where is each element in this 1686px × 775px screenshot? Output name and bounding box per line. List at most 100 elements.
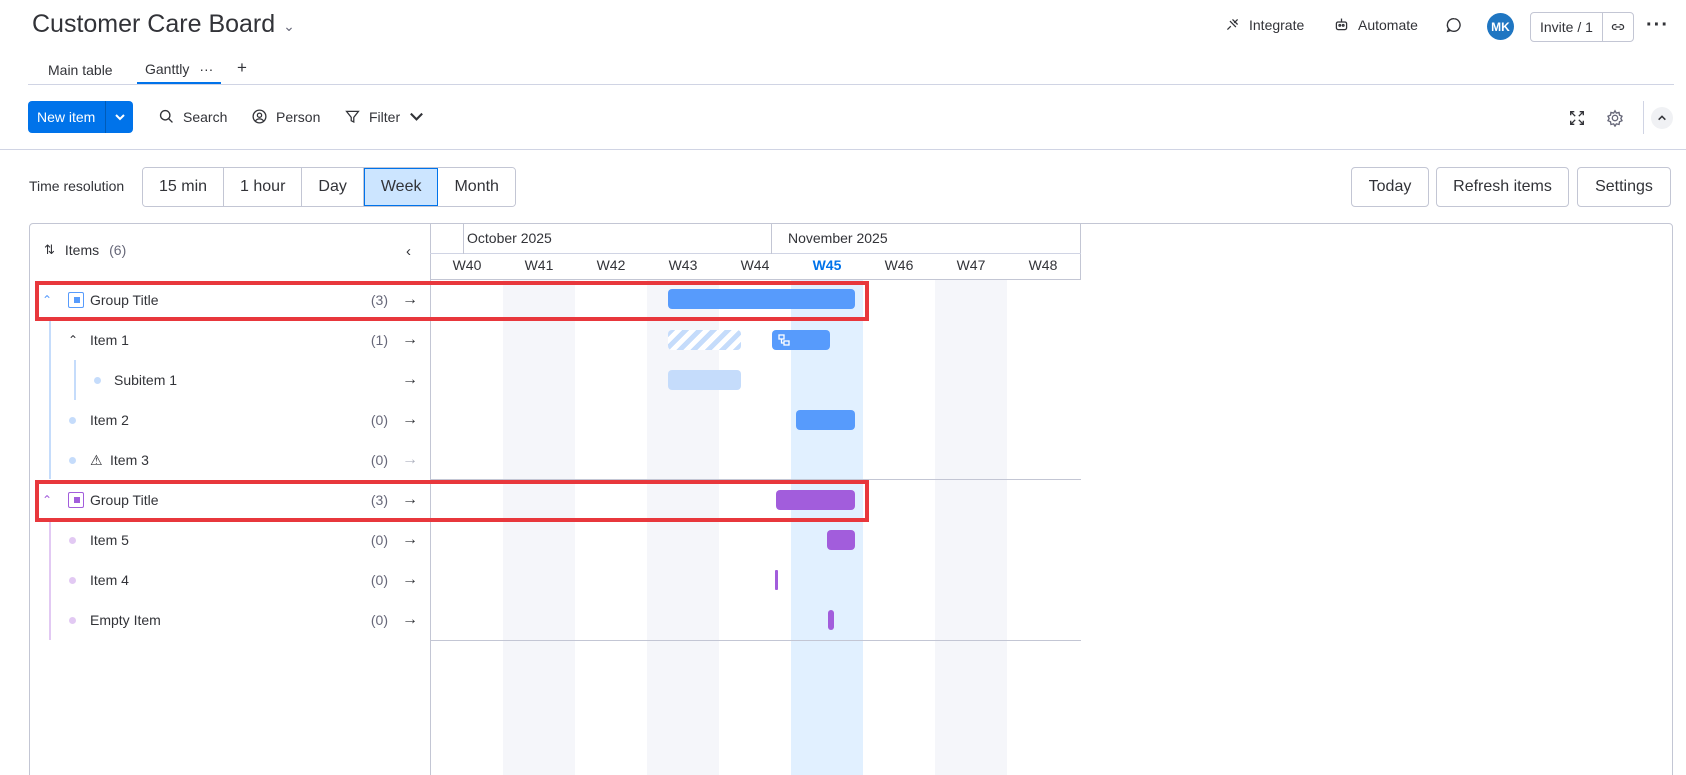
chevron-down-icon[interactable] xyxy=(106,101,133,133)
item-name: Empty Item xyxy=(90,612,161,628)
arrow-right-icon[interactable]: → xyxy=(402,451,418,469)
week-label: W42 xyxy=(596,257,626,273)
tab-menu-icon[interactable]: ··· xyxy=(199,61,213,77)
subitems-icon xyxy=(778,334,790,346)
collapse-all-icon[interactable]: ⇅ xyxy=(44,242,55,258)
week-label: W48 xyxy=(1028,257,1058,273)
list-item[interactable]: Item 5 (0) → xyxy=(29,520,430,560)
automate-button[interactable]: Automate xyxy=(1333,16,1418,33)
board-title[interactable]: Customer Care Board ⌄ xyxy=(32,10,295,39)
search-button[interactable]: Search xyxy=(158,108,227,125)
gear-icon[interactable] xyxy=(1606,109,1624,128)
today-button[interactable]: Today xyxy=(1351,167,1429,207)
warning-icon: ⚠ xyxy=(90,451,103,468)
week-label: W46 xyxy=(884,257,914,273)
highlight-box-group-2 xyxy=(35,480,869,522)
arrow-right-icon[interactable]: → xyxy=(402,331,418,349)
robot-icon xyxy=(1335,18,1348,31)
tabs-divider xyxy=(28,84,1674,85)
toolbar-divider xyxy=(1643,101,1644,134)
toolbar-bottom-divider xyxy=(0,149,1686,150)
arrow-right-icon[interactable]: → xyxy=(402,371,418,389)
filter-icon xyxy=(345,110,360,124)
item-name: Item 3 xyxy=(110,452,149,468)
chevron-down-icon[interactable]: ⌄ xyxy=(283,18,295,35)
week-shade xyxy=(503,280,575,775)
add-view-icon[interactable]: + xyxy=(237,58,247,78)
more-options-icon[interactable]: ··· xyxy=(1646,14,1669,37)
item-1-baseline-bar xyxy=(668,330,741,350)
settings-button[interactable]: Settings xyxy=(1577,167,1671,207)
week-label: W44 xyxy=(740,257,770,273)
new-item-label: New item xyxy=(28,101,107,133)
chevron-down-icon xyxy=(410,112,424,121)
collapse-header-button[interactable] xyxy=(1651,107,1673,129)
item-1-bar[interactable] xyxy=(772,330,830,350)
avatar[interactable]: MK xyxy=(1487,13,1514,40)
tab-ganttly[interactable]: Ganttly ··· xyxy=(137,56,222,84)
items-count: (6) xyxy=(109,242,127,258)
resolution-day[interactable]: Day xyxy=(302,168,364,206)
arrow-right-icon[interactable]: → xyxy=(402,571,418,589)
resolution-15-min[interactable]: 15 min xyxy=(143,168,225,206)
timeline-header-divider xyxy=(430,253,1081,254)
list-item[interactable]: Empty Item (0) → xyxy=(29,600,430,640)
current-week-label: W45 xyxy=(812,257,842,273)
person-filter-button[interactable]: Person xyxy=(251,108,320,125)
person-icon xyxy=(252,109,267,124)
group-separator xyxy=(430,640,1081,641)
invite-button[interactable]: Invite / 1 xyxy=(1530,12,1634,42)
arrow-right-icon[interactable]: → xyxy=(402,411,418,429)
empty-item-bar[interactable] xyxy=(828,610,834,630)
item-count: (0) xyxy=(370,612,388,628)
list-item[interactable]: Subitem 1 → xyxy=(29,360,430,400)
tab-main-table[interactable]: Main table xyxy=(40,56,121,84)
week-label: W43 xyxy=(668,257,698,273)
list-item[interactable]: ⌃ Item 1 (1) → xyxy=(29,320,430,360)
list-item[interactable]: Item 4 (0) → xyxy=(29,560,430,600)
item-dot xyxy=(69,616,76,624)
items-header: ⇅ Items (6) xyxy=(44,242,126,258)
refresh-items-button[interactable]: Refresh items xyxy=(1436,167,1569,207)
timeline-header-bottom xyxy=(430,279,1081,280)
search-icon xyxy=(159,109,173,123)
integrate-button[interactable]: Integrate xyxy=(1224,16,1304,33)
subitem-1-bar[interactable] xyxy=(668,370,741,390)
list-item[interactable]: ⚠ Item 3 (0) → xyxy=(29,440,430,480)
resolution-month[interactable]: Month xyxy=(438,168,515,206)
invite-label: Invite / 1 xyxy=(1531,13,1603,41)
updates-icon[interactable] xyxy=(1445,16,1463,39)
week-label: W41 xyxy=(524,257,554,273)
chevron-up-icon[interactable]: ⌃ xyxy=(68,333,78,347)
month-tick xyxy=(463,223,464,254)
item-dot xyxy=(69,576,76,584)
week-shade xyxy=(647,280,719,775)
item-name: Subitem 1 xyxy=(114,372,178,388)
filter-button[interactable]: Filter xyxy=(344,108,425,125)
arrow-right-icon[interactable]: → xyxy=(402,531,418,549)
arrow-right-icon[interactable]: → xyxy=(402,611,418,629)
item-count: (0) xyxy=(370,412,388,428)
current-week-shade xyxy=(791,280,863,775)
item-2-bar[interactable] xyxy=(796,410,855,430)
item-count: (0) xyxy=(370,572,388,588)
item-name: Item 5 xyxy=(90,532,129,548)
item-dot xyxy=(69,416,76,424)
item-name: Item 2 xyxy=(90,412,129,428)
new-item-button[interactable]: New item xyxy=(28,101,134,133)
month-label: October 2025 xyxy=(467,230,552,246)
fullscreen-icon[interactable] xyxy=(1568,109,1586,127)
item-count: (0) xyxy=(370,452,388,468)
week-label: W40 xyxy=(452,257,482,273)
item-dot xyxy=(69,456,76,464)
collapse-panel-icon[interactable]: ‹ xyxy=(406,243,411,260)
week-shade xyxy=(935,280,1007,775)
item-4-bar[interactable] xyxy=(775,570,778,590)
integrate-icon xyxy=(1226,18,1239,31)
resolution-week[interactable]: Week xyxy=(363,168,439,206)
item-5-bar[interactable] xyxy=(827,530,855,550)
list-item[interactable]: Item 2 (0) → xyxy=(29,400,430,440)
item-count: (0) xyxy=(370,532,388,548)
copy-link-icon[interactable] xyxy=(1603,13,1633,41)
resolution-1-hour[interactable]: 1 hour xyxy=(224,168,303,206)
